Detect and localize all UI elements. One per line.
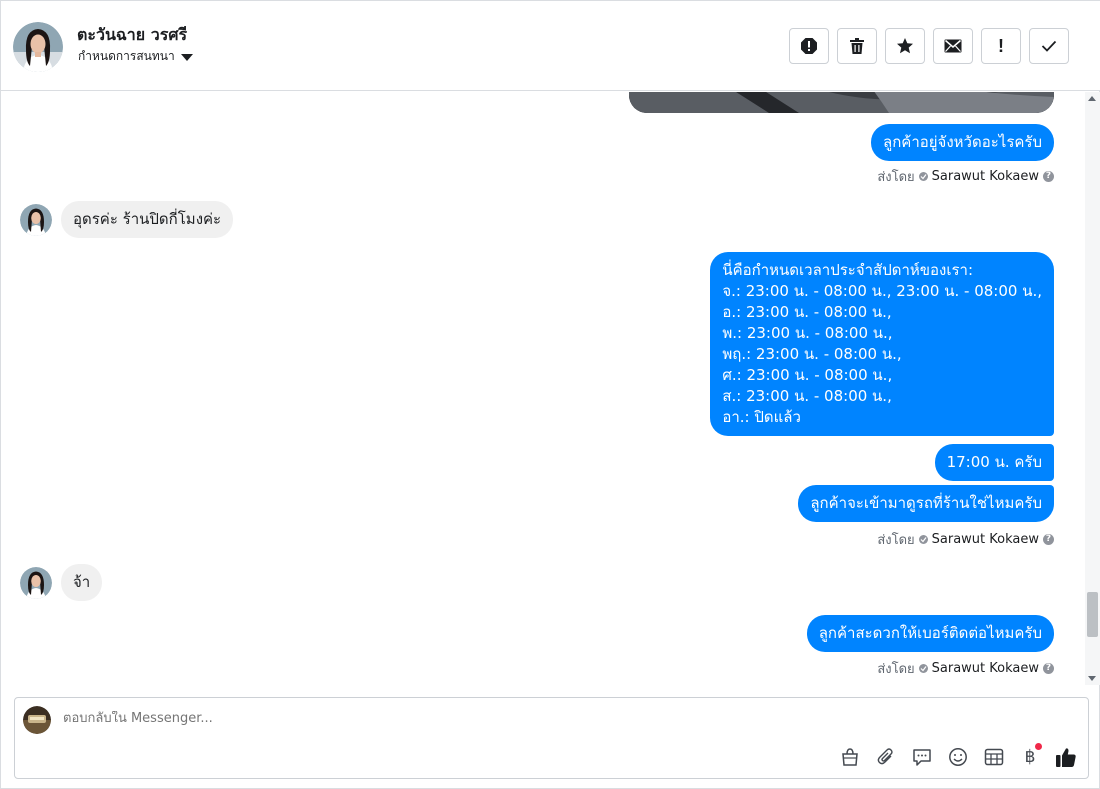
scroll-up-arrow-icon[interactable] [1088,96,1096,101]
smiley-icon [949,748,967,766]
star-icon [897,38,913,54]
mail-icon [944,39,962,53]
outgoing-message[interactable]: 17:00 น. ครับ [934,444,1054,481]
verified-check-icon [918,172,928,181]
schedule-line: จ.: 23:00 น. - 08:00 น., 23:00 น. - 08:0… [722,282,1042,300]
sent-by-label: ส่งโดย Sarawut Kokaew ? [877,166,1054,187]
agent-name[interactable]: Sarawut Kokaew [932,661,1039,676]
verified-check-icon [918,535,928,544]
attach-button[interactable] [874,745,898,769]
mark-unread-button[interactable] [933,28,973,64]
schedule-line: ศ.: 23:00 น. - 08:00 น., [722,366,893,384]
outgoing-message-schedule[interactable]: นี่คือกำหนดเวลาประจำสัปดาห์ของเรา: จ.: 2… [710,252,1054,436]
baht-icon: ฿ [1024,747,1036,767]
calendar-grid-icon [984,748,1004,766]
conversation-actions: ! [789,28,1069,64]
composer-toolbar: ฿ [838,743,1078,769]
messenger-window: ตะวันฉาย วรศรี กำหนดการสนทนา ! ลูกค้าอยู… [0,0,1100,789]
notification-dot [1035,743,1042,750]
caret-down-icon [180,54,193,61]
image-attachment[interactable] [629,92,1054,113]
outgoing-message[interactable]: ลูกค้าอยู่จังหวัดอะไรครับ [871,124,1054,161]
sent-by-label: ส่งโดย Sarawut Kokaew ? [877,658,1054,679]
schedule-line: อา.: ปิดแล้ว [722,408,801,426]
schedule-line: นี่คือกำหนดเวลาประจำสัปดาห์ของเรา: [722,261,974,279]
scroll-down-arrow-icon[interactable] [1088,676,1096,681]
sent-by-prefix: ส่งโดย [877,662,915,677]
page-avatar [23,706,51,734]
outgoing-message[interactable]: ลูกค้าจะเข้ามาดูรถที่ร้านใช่ไหมครับ [798,485,1054,522]
photo-thumbnail [629,92,1054,113]
trash-icon [850,38,864,54]
contact-avatar-small [20,204,52,236]
schedule-line: พ.: 23:00 น. - 08:00 น., [722,324,893,342]
payment-button[interactable]: ฿ [1018,743,1042,769]
agent-name[interactable]: Sarawut Kokaew [932,532,1039,547]
sent-by-label: ส่งโดย Sarawut Kokaew ? [877,529,1054,550]
sent-by-prefix: ส่งโดย [877,533,915,548]
star-button[interactable] [885,28,925,64]
chat-bubble-icon [913,749,931,766]
follow-up-icon: ! [998,35,1004,56]
scroll-thumb[interactable] [1087,592,1098,637]
shop-button[interactable] [838,745,862,769]
contact-avatar-small [20,567,52,599]
incoming-message[interactable]: อุดรค่ะ ร้านปิดกี่โมงค่ะ [61,201,234,238]
checkmark-icon [1041,40,1057,52]
assign-conversation-label: กำหนดการสนทนา [78,49,175,63]
delete-button[interactable] [837,28,877,64]
schedule-line: ส.: 23:00 น. - 08:00 น., [722,387,892,405]
help-icon[interactable]: ? [1043,663,1054,674]
reply-composer: ฿ [14,697,1089,779]
appointment-button[interactable] [982,745,1006,769]
schedule-line: อ.: 23:00 น. - 08:00 น., [722,303,892,321]
shopping-bag-icon [842,748,858,766]
outgoing-message[interactable]: ลูกค้าสะดวกให้เบอร์ติดต่อไหมครับ [806,615,1054,652]
spam-icon [801,38,817,54]
emoji-button[interactable] [946,745,970,769]
help-icon[interactable]: ? [1043,171,1054,182]
agent-name[interactable]: Sarawut Kokaew [932,169,1039,184]
sent-by-prefix: ส่งโดย [877,170,915,185]
conversation-header: ตะวันฉาย วรศรี กำหนดการสนทนา ! [1,1,1100,91]
contact-avatar[interactable] [13,22,63,72]
mark-done-button[interactable] [1029,28,1069,64]
saved-replies-button[interactable] [910,745,934,769]
assign-conversation-dropdown[interactable]: กำหนดการสนทนา [78,47,193,66]
schedule-line: พฤ.: 23:00 น. - 08:00 น., [722,345,902,363]
message-thread: ลูกค้าอยู่จังหวัดอะไรครับ ส่งโดย Sarawut… [1,92,1085,685]
contact-name: ตะวันฉาย วรศรี [77,25,188,44]
thread-scrollbar[interactable] [1085,92,1100,685]
incoming-message[interactable]: จ้า [61,564,103,601]
help-icon[interactable]: ? [1043,534,1054,545]
mark-spam-button[interactable] [789,28,829,64]
like-button[interactable] [1054,745,1078,769]
reply-input[interactable] [63,711,763,726]
follow-up-button[interactable]: ! [981,28,1021,64]
paperclip-icon [877,748,893,765]
verified-check-icon [918,664,928,673]
thumbs-up-icon [1056,748,1076,767]
